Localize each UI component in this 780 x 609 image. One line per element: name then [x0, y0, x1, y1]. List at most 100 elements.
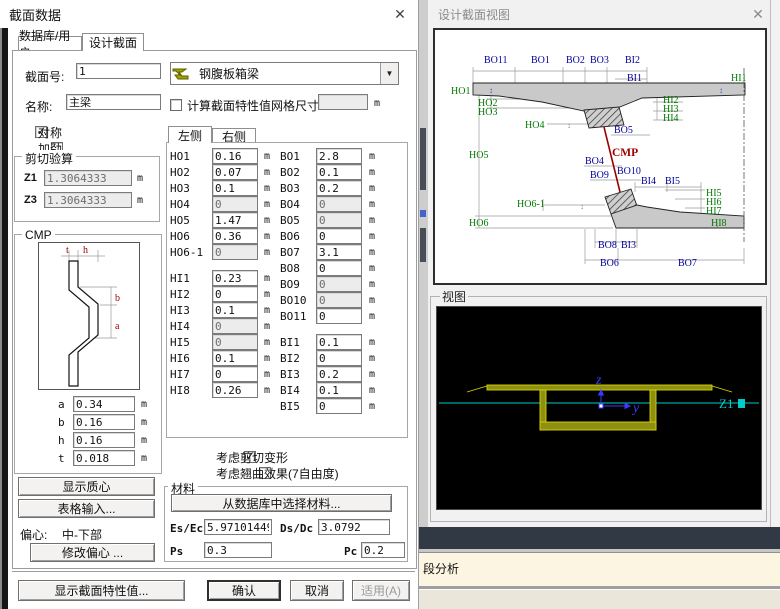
- cmp-dim-label-b: b: [115, 293, 120, 304]
- b-field-label-BO2: BO2: [280, 166, 316, 179]
- panel-close-icon[interactable]: ✕: [748, 4, 768, 24]
- h-field-row-HI8: HI8m: [170, 382, 270, 398]
- b-field-unit-BI5: m: [369, 401, 375, 412]
- cmp-input-b[interactable]: [73, 414, 135, 430]
- splitter-mark: [420, 128, 426, 190]
- h-field-input-HO1[interactable]: [212, 148, 258, 164]
- h-field-unit-HO6: m: [264, 231, 270, 242]
- section-no-input[interactable]: [76, 63, 161, 79]
- b-field-input-BI3[interactable]: [316, 366, 362, 382]
- ds-dc-input[interactable]: [318, 519, 390, 535]
- b-field-input-BI5[interactable]: [316, 398, 362, 414]
- pc-label: Pc: [344, 545, 357, 558]
- section-type-dropdown[interactable]: 钢腹板箱梁 ▼: [170, 62, 399, 85]
- h-field-row-HI3: HI3m: [170, 302, 270, 318]
- view-canvas: zyZ1: [436, 306, 762, 510]
- tab-left-side[interactable]: 左侧: [168, 126, 212, 143]
- b-field-unit-BI1: m: [369, 337, 375, 348]
- shear-label-Z3: Z3: [24, 194, 44, 206]
- b-field-label-BI4: BI4: [280, 384, 316, 397]
- dim-label-↕: ↕: [719, 86, 723, 95]
- tab-database-user[interactable]: 数据库/用户: [18, 36, 82, 51]
- b-field-input-BO9: [316, 276, 362, 292]
- window-splitter[interactable]: [419, 0, 428, 527]
- h-field-unit-HI2: m: [264, 289, 270, 300]
- b-field-row-BI1: BI1m: [280, 334, 375, 350]
- h-field-input-HI1[interactable]: [212, 270, 258, 286]
- eccentric-value: 中-下部: [62, 526, 102, 543]
- select-material-button[interactable]: 从数据库中选择材料...: [171, 494, 392, 512]
- b-field-input-BO2[interactable]: [316, 164, 362, 180]
- b-field-input-BO7[interactable]: [316, 244, 362, 260]
- table-input-button[interactable]: 表格输入...: [18, 499, 155, 518]
- dim-label-↕: ↕: [715, 220, 719, 229]
- cmp-row-a: am: [58, 396, 147, 412]
- cmp-dim-label-t: t: [66, 245, 69, 256]
- h-field-label-HI7: HI7: [170, 368, 212, 381]
- b-field-unit-BO2: m: [369, 167, 375, 178]
- shear-label-Z1: Z1: [24, 172, 44, 184]
- cmp-input-t[interactable]: [73, 450, 135, 466]
- b-field-input-BO3[interactable]: [316, 180, 362, 196]
- h-field-row-HO6-1: HO6-1m: [170, 244, 270, 260]
- tab-right-side[interactable]: 右侧: [212, 128, 256, 143]
- b-field-input-BO4: [316, 196, 362, 212]
- cancel-button[interactable]: 取消: [290, 580, 344, 601]
- ps-input[interactable]: [204, 542, 272, 558]
- section-type-value: 钢腹板箱梁: [195, 65, 380, 82]
- b-field-input-BO11[interactable]: [316, 308, 362, 324]
- b-field-label-BO1: BO1: [280, 150, 316, 163]
- close-icon[interactable]: ✕: [390, 4, 410, 24]
- dim-label-↕: ↕: [580, 202, 584, 211]
- ps-label: Ps: [170, 545, 183, 558]
- b-field-label-BO9: BO9: [280, 278, 316, 291]
- b-fields-column: BO1mBO2mBO3mBO4mBO5mBO6mBO7mBO8mBO9mBO10…: [280, 148, 375, 414]
- b-field-input-BI1[interactable]: [316, 334, 362, 350]
- cmp-diagram: thba: [38, 242, 140, 390]
- cmp-input-a[interactable]: [73, 396, 135, 412]
- grid-size-checkbox[interactable]: [170, 99, 182, 111]
- h-field-input-HO2[interactable]: [212, 164, 258, 180]
- cmp-row-h: hm: [58, 432, 147, 448]
- ok-button[interactable]: 确认: [207, 580, 281, 601]
- dim-label-BO5: BO5: [614, 125, 633, 136]
- b-field-label-BO6: BO6: [280, 230, 316, 243]
- h-field-label-HI8: HI8: [170, 384, 212, 397]
- b-field-input-BO6[interactable]: [316, 228, 362, 244]
- tab-design-section[interactable]: 设计截面: [82, 33, 144, 51]
- pc-input[interactable]: [361, 542, 405, 558]
- cmp-profile-shape: [69, 261, 98, 386]
- b-field-label-BO4: BO4: [280, 198, 316, 211]
- b-field-input-BI2[interactable]: [316, 350, 362, 366]
- h-field-input-HO3[interactable]: [212, 180, 258, 196]
- dim-label-HI4: HI4: [663, 113, 679, 124]
- h-field-input-HI8[interactable]: [212, 382, 258, 398]
- h-field-input-HI2[interactable]: [212, 286, 258, 302]
- es-ec-input[interactable]: [204, 519, 272, 535]
- b-field-input-BO1[interactable]: [316, 148, 362, 164]
- dim-label-HI1: HI1: [731, 73, 747, 84]
- chevron-down-icon[interactable]: ▼: [380, 63, 398, 84]
- h-field-input-HI6[interactable]: [212, 350, 258, 366]
- b-field-input-BI4[interactable]: [316, 382, 362, 398]
- cmp-unit-b: m: [141, 417, 147, 428]
- h-field-row-HI6: HI6m: [170, 350, 270, 366]
- b-field-label-BO11: BO11: [280, 310, 316, 323]
- cmp-input-h[interactable]: [73, 432, 135, 448]
- modify-eccentric-button[interactable]: 修改偏心 ...: [30, 543, 155, 562]
- h-field-input-HO5[interactable]: [212, 212, 258, 228]
- name-input[interactable]: [66, 94, 161, 110]
- axis-label-z: z: [595, 373, 602, 388]
- b-field-label-BO3: BO3: [280, 182, 316, 195]
- b-field-unit-BI2: m: [369, 353, 375, 364]
- show-centroid-button[interactable]: 显示质心: [18, 477, 155, 496]
- h-field-input-HO6[interactable]: [212, 228, 258, 244]
- h-field-unit-HI7: m: [264, 369, 270, 380]
- h-field-input-HI3[interactable]: [212, 302, 258, 318]
- ds-dc-label: Ds/Dc: [280, 522, 313, 535]
- b-field-row-BO10: BO10m: [280, 292, 375, 308]
- b-field-input-BO8[interactable]: [316, 260, 362, 276]
- b-field-unit-BO10: m: [369, 295, 375, 306]
- show-properties-button[interactable]: 显示截面特性值...: [18, 580, 185, 601]
- h-field-input-HI7[interactable]: [212, 366, 258, 382]
